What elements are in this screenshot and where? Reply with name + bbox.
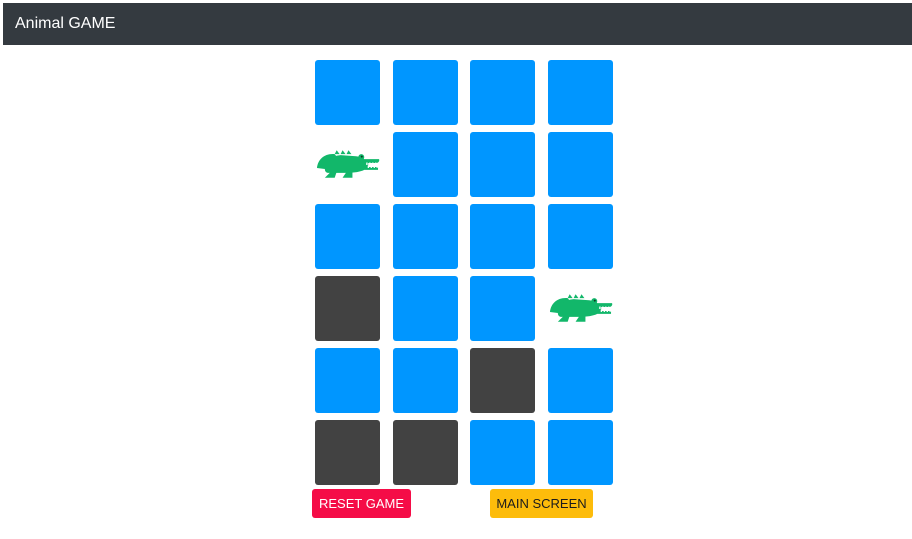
main-screen-button[interactable]: MAIN SCREEN <box>490 489 593 518</box>
game-board <box>315 60 613 485</box>
crocodile-icon <box>549 293 612 322</box>
card-hidden-r5c4[interactable] <box>547 348 613 413</box>
navbar: Animal GAME <box>3 3 912 45</box>
card-hidden-r4c2[interactable] <box>392 276 458 341</box>
card-hidden-r1c2[interactable] <box>392 60 458 125</box>
card-hidden-r3c1[interactable] <box>315 204 380 269</box>
card-hidden-r6c3[interactable] <box>470 420 535 485</box>
card-hidden-r5c1[interactable] <box>315 348 380 413</box>
card-crocodile-r4c4[interactable] <box>548 276 613 341</box>
card-hidden-r5c2[interactable] <box>392 348 458 413</box>
card-hidden-r2c2[interactable] <box>392 132 458 197</box>
card-hidden-r4c3[interactable] <box>470 276 535 341</box>
card-matched-r6c1[interactable] <box>315 420 380 485</box>
card-hidden-r2c4[interactable] <box>547 132 613 197</box>
card-matched-r5c3[interactable] <box>470 348 535 413</box>
app-title: Animal GAME <box>15 15 116 32</box>
card-hidden-r3c2[interactable] <box>392 204 458 269</box>
card-matched-r4c1[interactable] <box>315 276 380 341</box>
crocodile-icon <box>316 149 380 178</box>
card-hidden-r3c3[interactable] <box>470 204 535 269</box>
card-hidden-r1c3[interactable] <box>470 60 535 125</box>
card-hidden-r1c1[interactable] <box>315 60 380 125</box>
card-hidden-r2c3[interactable] <box>470 132 535 197</box>
card-matched-r6c2[interactable] <box>392 420 458 485</box>
card-hidden-r1c4[interactable] <box>547 60 613 125</box>
card-hidden-r3c4[interactable] <box>547 204 613 269</box>
card-hidden-r6c4[interactable] <box>547 420 613 485</box>
card-crocodile-r2c1[interactable] <box>315 132 380 197</box>
reset-game-button[interactable]: RESET GAME <box>312 489 411 518</box>
